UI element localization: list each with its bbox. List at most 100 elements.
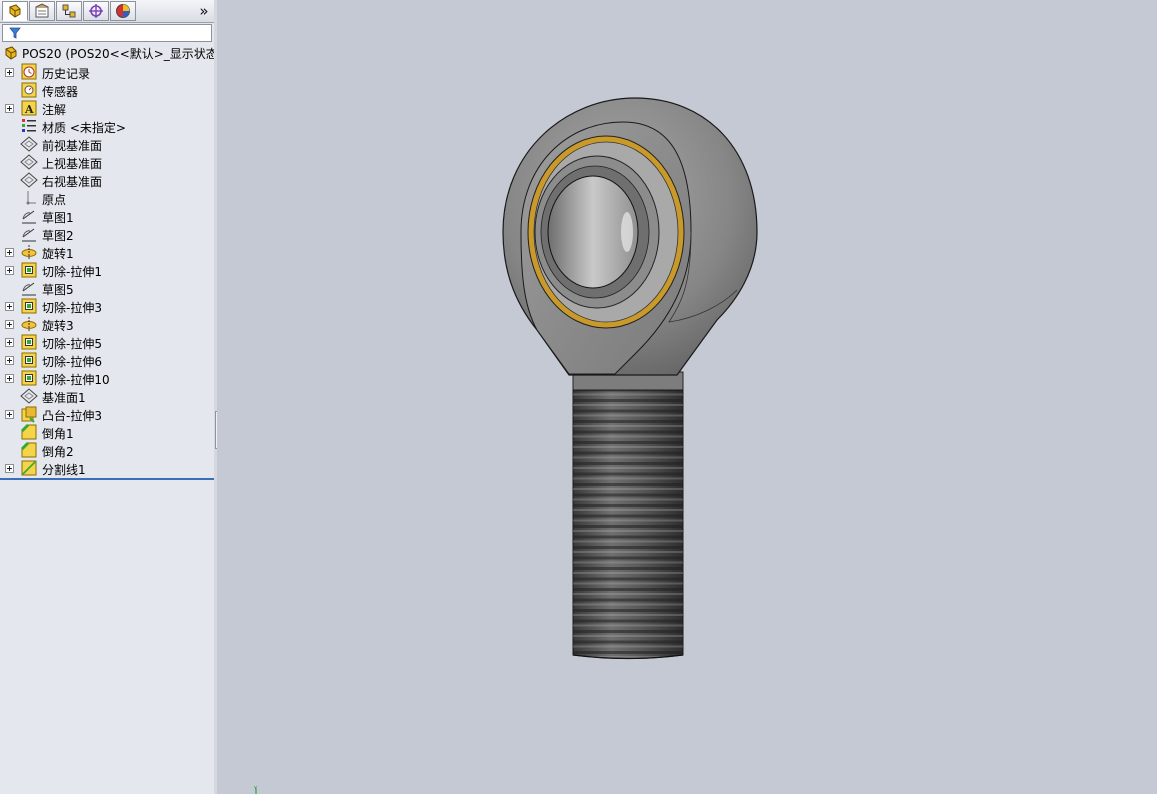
filter-icon — [9, 27, 21, 39]
sketch-icon — [20, 279, 38, 297]
tree-item-label: 上视基准面 — [42, 157, 103, 171]
tree-item[interactable]: 草图1 — [0, 207, 214, 225]
configuration-icon — [62, 4, 76, 18]
appearance-icon — [116, 4, 130, 18]
tree-item[interactable]: 原点 — [0, 189, 214, 207]
chamfer-icon — [20, 423, 38, 441]
rod-end-model[interactable] — [217, 0, 1157, 794]
tree-item-label: 草图1 — [42, 211, 74, 225]
property-icon — [35, 3, 49, 18]
tree-item[interactable]: 切除-拉伸10 — [0, 369, 214, 387]
plane-icon — [20, 153, 38, 171]
expand-icon[interactable] — [5, 302, 14, 311]
tree-item-label: 切除-拉伸3 — [42, 301, 102, 315]
tree-root-label: POS20 (POS20<<默认>_显示状态 — [22, 47, 214, 61]
tree-item[interactable]: 切除-拉伸6 — [0, 351, 214, 369]
tree-item[interactable]: 基准面1 — [0, 387, 214, 405]
svg-text:Y: Y — [253, 786, 258, 792]
tree-item[interactable]: 切除-拉伸5 — [0, 333, 214, 351]
tree-item-label: 基准面1 — [42, 391, 86, 405]
expand-icon[interactable] — [5, 248, 14, 257]
tab-propertymanager[interactable] — [29, 1, 55, 21]
crosshair-icon — [89, 4, 103, 18]
expand-icon[interactable] — [5, 68, 14, 77]
tree-item[interactable]: A 注解 — [0, 99, 214, 117]
svg-text:A: A — [24, 103, 34, 116]
tab-display-manager[interactable] — [110, 1, 136, 21]
expand-icon[interactable] — [5, 104, 14, 113]
plane-icon — [20, 135, 38, 153]
manager-tab-bar: » — [0, 0, 214, 23]
tab-configurationmanager[interactable] — [56, 1, 82, 21]
tree-item-label: 历史记录 — [42, 67, 91, 81]
expand-icon[interactable] — [5, 356, 14, 365]
expand-icon[interactable] — [5, 374, 14, 383]
tree-item[interactable]: 旋转3 — [0, 315, 214, 333]
tree-item[interactable]: 分割线1 — [0, 459, 214, 477]
tree-item-label: 旋转3 — [42, 319, 74, 333]
cut-extrude-icon — [20, 369, 38, 387]
tree-item[interactable]: 凸台-拉伸3 — [0, 405, 214, 423]
cut-extrude-icon — [20, 261, 38, 279]
tree-item-label: 凸台-拉伸3 — [42, 409, 102, 423]
tree-item-label: 切除-拉伸10 — [42, 373, 110, 387]
sketch-icon — [20, 207, 38, 225]
tree-item[interactable]: 上视基准面 — [0, 153, 214, 171]
tree-item[interactable]: 草图5 — [0, 279, 214, 297]
tree-item-label: 前视基准面 — [42, 139, 103, 153]
tree-item[interactable]: 前视基准面 — [0, 135, 214, 153]
expand-icon[interactable] — [5, 320, 14, 329]
cut-extrude-icon — [20, 351, 38, 369]
tree-item-label: 切除-拉伸5 — [42, 337, 102, 351]
history-icon — [20, 63, 38, 81]
tree-item[interactable]: 切除-拉伸1 — [0, 261, 214, 279]
expand-icon[interactable] — [5, 338, 14, 347]
tree-root-part[interactable]: POS20 (POS20<<默认>_显示状态 — [0, 44, 214, 62]
expand-icon[interactable] — [5, 410, 14, 419]
tree-item[interactable]: 倒角1 — [0, 423, 214, 441]
tree-item-label: 注解 — [42, 103, 67, 117]
material-icon — [20, 117, 38, 135]
tree-item[interactable]: 材质 <未指定> — [0, 117, 214, 135]
expand-icon[interactable] — [5, 464, 14, 473]
tree-item-label: 倒角1 — [42, 427, 74, 441]
cut-extrude-icon — [20, 297, 38, 315]
more-tabs-button[interactable]: » — [197, 1, 211, 21]
annotation-icon: A — [20, 99, 38, 117]
view-triad-icon: Y — [253, 786, 258, 794]
tree-item[interactable]: 草图2 — [0, 225, 214, 243]
tree-item[interactable]: 倒角2 — [0, 441, 214, 459]
split-line-icon — [20, 459, 38, 477]
tree-item[interactable]: 历史记录 — [0, 63, 214, 81]
expand-icon[interactable] — [5, 266, 14, 275]
cut-extrude-icon — [20, 333, 38, 351]
plane-icon — [20, 387, 38, 405]
plane-icon — [20, 171, 38, 189]
feature-manager-panel: » POS20 (POS20<<默认>_显示状态 历史记录传感器 A 注解材质 <未… — [0, 0, 215, 794]
tree-item-label: 原点 — [42, 193, 67, 207]
tree-item-label: 右视基准面 — [42, 175, 103, 189]
chamfer-icon — [20, 441, 38, 459]
tab-dimxpert[interactable] — [83, 1, 109, 21]
tab-featuremanager[interactable] — [2, 1, 28, 21]
tree-item-label: 分割线1 — [42, 463, 86, 477]
filter-input[interactable] — [2, 24, 212, 42]
tree-item-label: 切除-拉伸1 — [42, 265, 102, 279]
tree-item-label: 草图2 — [42, 229, 74, 243]
tree-item-label: 传感器 — [42, 85, 79, 99]
revolve-icon — [20, 315, 38, 333]
sensor-icon — [20, 81, 38, 99]
tree-item-label: 切除-拉伸6 — [42, 355, 102, 369]
tree-item[interactable]: 旋转1 — [0, 243, 214, 261]
tree-item[interactable]: 传感器 — [0, 81, 214, 99]
revolve-icon — [20, 243, 38, 261]
rollback-bar[interactable] — [0, 478, 214, 480]
sketch-icon — [20, 225, 38, 243]
tree-item[interactable]: 切除-拉伸3 — [0, 297, 214, 315]
graphics-viewport[interactable]: Y — [217, 0, 1157, 794]
part-icon — [9, 4, 21, 18]
tree-item[interactable]: 右视基准面 — [0, 171, 214, 189]
tree-item-label: 材质 <未指定> — [42, 121, 126, 135]
tree-item-label: 草图5 — [42, 283, 74, 297]
tree-item-label: 倒角2 — [42, 445, 74, 459]
